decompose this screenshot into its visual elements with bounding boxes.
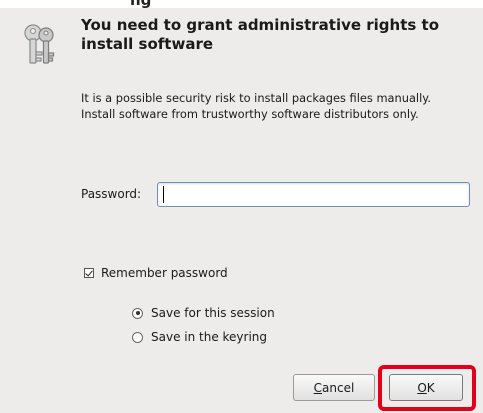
save-for-session-radio[interactable]: Save for this session [132, 306, 275, 320]
save-for-session-label: Save for this session [151, 306, 275, 320]
remember-password-checkbox[interactable]: Remember password [84, 266, 228, 280]
password-field[interactable] [157, 182, 470, 207]
auth-dialog: ng You need to grant administrative righ… [0, 0, 483, 413]
remember-password-label: Remember password [101, 266, 228, 280]
text-cursor [163, 186, 164, 203]
cancel-label: ancel [322, 380, 355, 395]
cancel-mnemonic: C [313, 380, 323, 395]
cancel-button[interactable]: Cancel [293, 374, 375, 401]
save-in-keyring-label: Save in the keyring [151, 330, 268, 344]
window-title-bar: ng [0, 0, 483, 8]
checkbox-checked-icon[interactable] [84, 268, 94, 278]
security-warning-text: It is a possible security risk to instal… [81, 91, 431, 121]
ok-label: K [426, 380, 435, 395]
radio-selected-icon[interactable] [132, 307, 143, 319]
save-in-keyring-radio[interactable]: Save in the keyring [132, 330, 267, 344]
window-title: ng [130, 0, 151, 8]
ok-mnemonic: O [417, 380, 427, 395]
dialog-heading: You need to grant administrative rights … [81, 16, 440, 53]
ok-button[interactable]: OK [389, 374, 463, 401]
password-label: Password: [81, 187, 142, 201]
radio-unselected-icon[interactable] [132, 331, 143, 343]
keys-icon [24, 24, 55, 64]
